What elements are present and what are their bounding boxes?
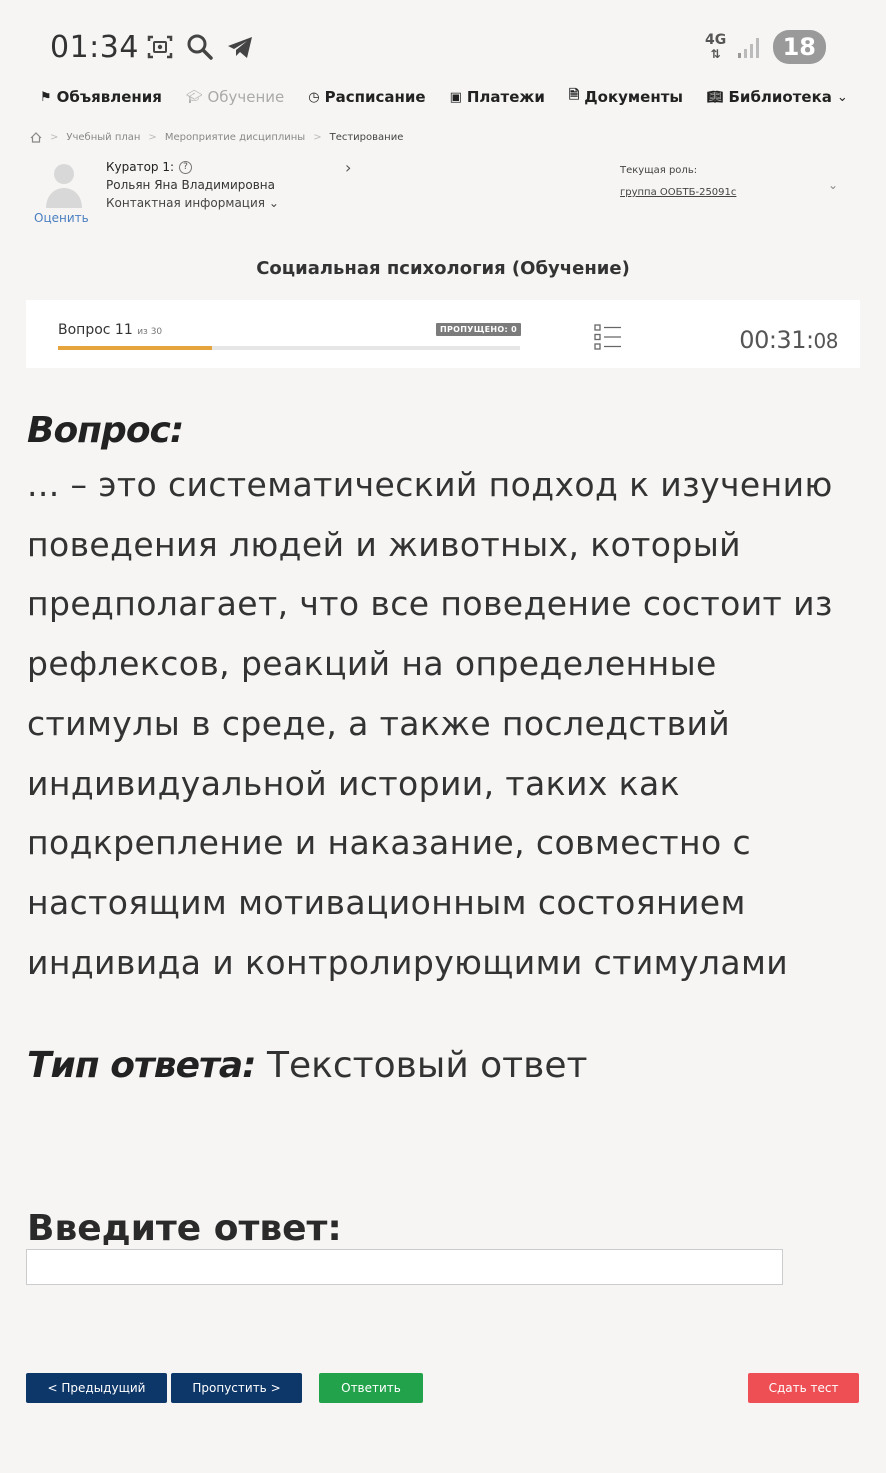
breadcrumb-separator-icon: > [148,132,157,143]
progress-bar-fill [58,346,212,350]
chevron-down-icon: ⌄ [836,89,848,105]
breadcrumb-separator-icon: > [313,132,322,143]
help-icon[interactable]: ? [179,160,193,174]
wallet-icon: ▣ [449,89,462,105]
question-counter: Вопрос 11 из 30 [58,322,163,338]
question-label: Вопрос: [27,410,184,451]
curator-title: Куратор 1: [106,160,175,174]
answer-button[interactable]: Ответить [319,1373,423,1403]
signal-icon [737,38,759,58]
progress-bar [58,346,520,350]
nav-item-library[interactable]: 📖︎ Библиотека ⌄ [707,86,848,108]
role-label: Текущая роль: [620,165,698,176]
current-role: Текущая роль: группа ООБТБ-25091с [620,160,736,204]
status-notification-icons [145,32,255,62]
curator-name: Рольян Яна Владимировна [106,178,275,192]
question-list-icon[interactable] [594,324,622,350]
breadcrumb: > Учебный план > Мероприятие дисциплины … [30,132,403,143]
nav-item-schedule[interactable]: ◷ Расписание [308,86,425,108]
breadcrumb-separator-icon: > [50,132,59,143]
nav-item-announcements[interactable]: ⚑ Объявления [40,86,162,108]
document-icon: 🗎︎ [568,88,580,103]
megaphone-icon: ⚑ [40,89,52,105]
chevron-down-icon[interactable]: ⌄ [828,178,838,192]
network-indicator: 4G ⇅ [704,32,727,61]
answer-type-value: Текстовый ответ [267,1045,588,1086]
submit-test-button[interactable]: Сдать тест [748,1373,859,1403]
battery-indicator: 18 [772,30,826,64]
breadcrumb-item-testing: Тестирование [329,132,404,143]
question-text: ... – это систематический подход к изуче… [27,465,833,982]
nav-item-documents[interactable]: 🗎︎ Документы [569,86,683,108]
clock-icon: ◷ [308,89,320,105]
rate-curator-link[interactable]: Оценить [34,211,89,225]
chevron-down-icon: ⌄ [268,196,279,210]
book-icon: 📖︎ [706,89,724,105]
previous-button[interactable]: < Предыдущий [26,1373,167,1403]
status-bar: 01:34 4G ⇅ 18 [0,0,886,80]
chevron-right-icon[interactable]: › [345,158,351,177]
main-nav: ⚑ Объявления 🎓︎ Обучение ◷ Расписание ▣ … [40,86,848,108]
answer-input-label: Введите ответ: [27,1208,342,1249]
answer-type-label: Тип ответа: [27,1045,257,1086]
curator-info: Куратор 1: ? Рольян Яна Владимировна Кон… [106,158,279,212]
skipped-badge: ПРОПУЩЕНО: 0 [436,323,521,336]
breadcrumb-item-discipline-event[interactable]: Мероприятие дисциплины [165,132,305,143]
answer-input[interactable] [26,1249,783,1285]
screenshot-icon [147,35,173,59]
telegram-icon [228,37,252,58]
status-time: 01:34 [50,30,139,65]
graduation-cap-icon: 🎓︎ [185,89,203,105]
role-group-select[interactable]: группа ООБТБ-25091с [620,182,736,204]
breadcrumb-item-curriculum[interactable]: Учебный план [66,132,140,143]
nav-item-payments[interactable]: ▣ Платежи [450,86,545,108]
progress-panel: Вопрос 11 из 30 ПРОПУЩЕНО: 0 00:31:08 [26,300,860,368]
skip-button[interactable]: Пропустить > [171,1373,302,1403]
course-title: Социальная психология (Обучение) [256,258,630,279]
home-icon[interactable] [30,132,42,143]
contact-info-toggle[interactable]: Контактная информация ⌄ [106,194,279,212]
search-icon [187,34,213,60]
nav-item-learning[interactable]: 🎓︎ Обучение [186,86,284,108]
answer-type: Тип ответа: Текстовый ответ [27,1045,587,1086]
avatar [46,164,82,208]
countdown-timer: 00:31:08 [739,326,838,354]
